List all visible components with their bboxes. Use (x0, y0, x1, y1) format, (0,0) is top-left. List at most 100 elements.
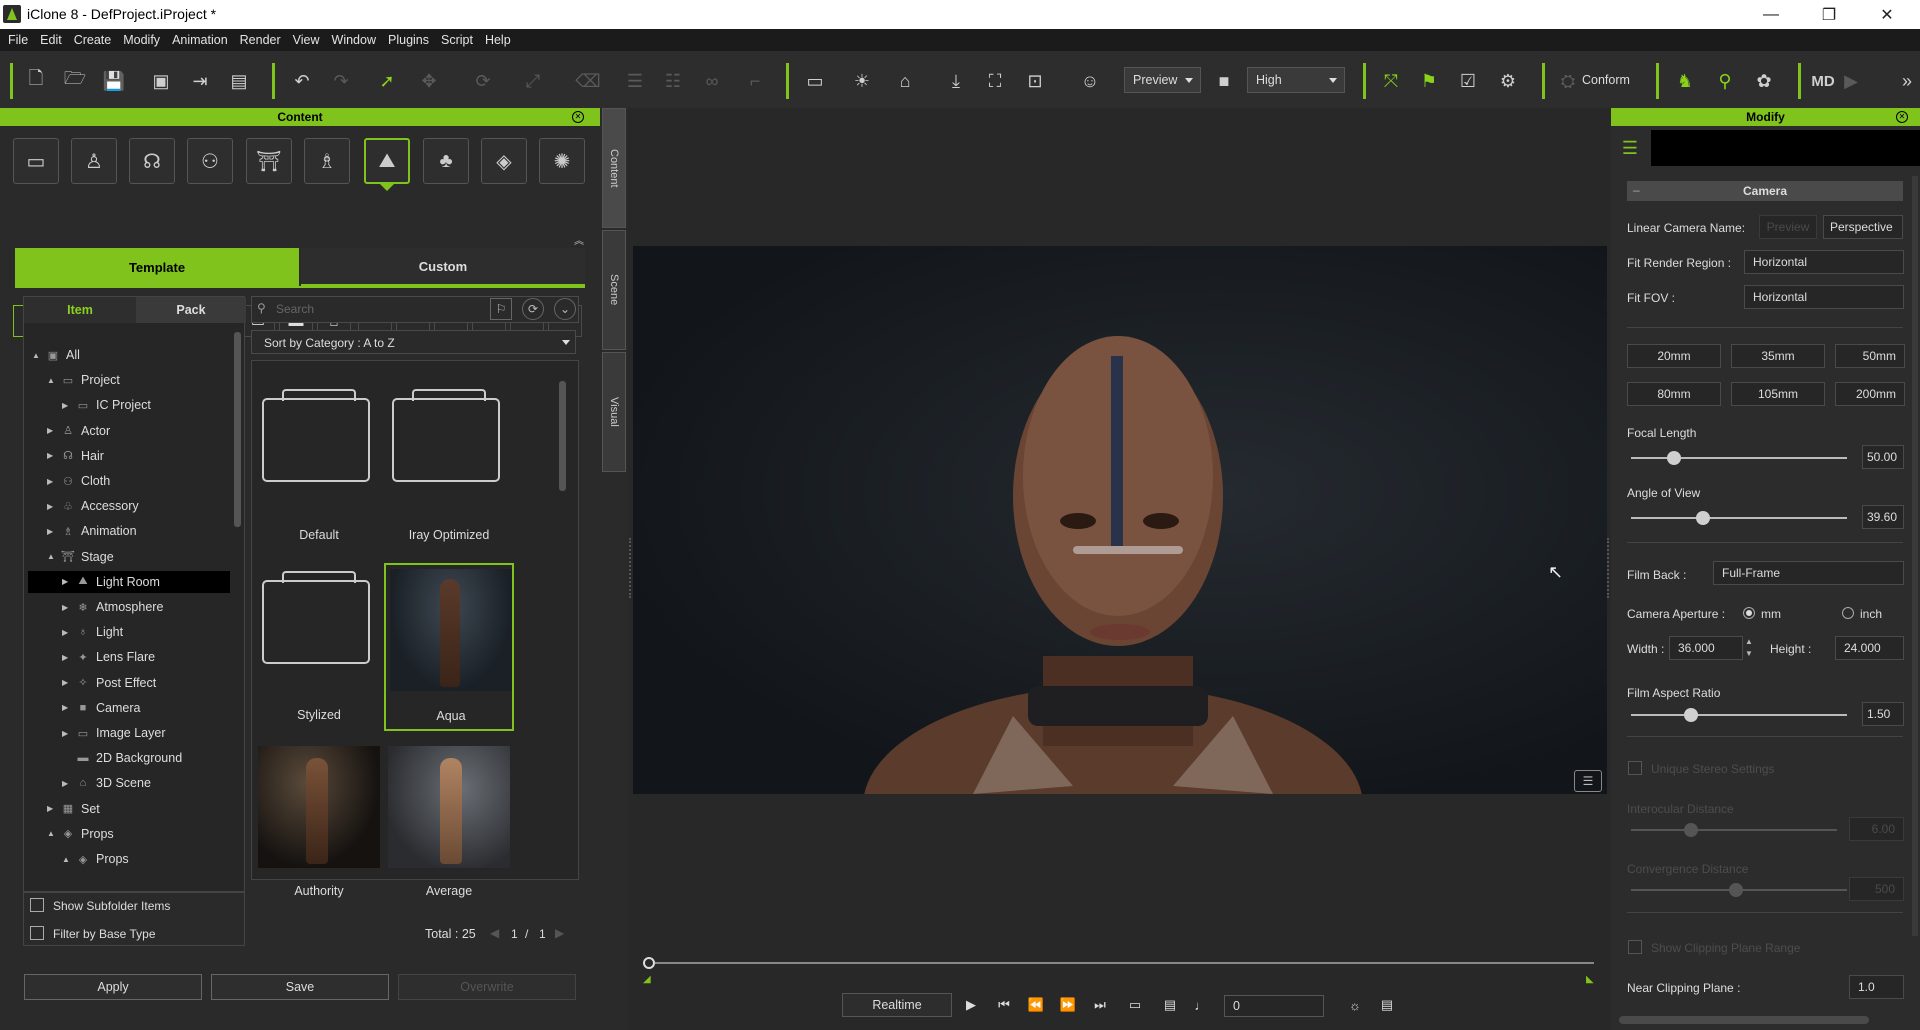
collapse-icon[interactable]: ︽ (574, 232, 584, 247)
fit-fov-dropdown[interactable]: Horizontal (1744, 285, 1904, 309)
tree-item[interactable]: ▶ ▦ Set (47, 798, 100, 820)
content-close-icon[interactable]: ✕ (572, 111, 584, 123)
film-aspect-slider[interactable] (1631, 708, 1847, 722)
thumb-stylized[interactable]: Stylized (254, 566, 384, 731)
minimize-button[interactable]: — (1742, 0, 1800, 29)
sun-light-icon[interactable]: ☀ (847, 66, 877, 96)
rotate-icon[interactable]: ⟳ (468, 66, 498, 96)
flag-icon[interactable]: ⚑ (1414, 66, 1444, 96)
home-icon[interactable]: ⌂ (890, 66, 920, 96)
menu-modify[interactable]: Modify (117, 33, 166, 47)
character-pose-icon[interactable]: ♞ (1670, 66, 1700, 96)
tree-icon[interactable]: ♣ (423, 138, 469, 184)
expand-arrow-icon[interactable]: ▶ (62, 678, 74, 687)
filter-icon[interactable]: ⚐ (490, 298, 512, 320)
face-icon[interactable]: ☺ (1075, 66, 1105, 96)
collapse-minus-icon[interactable]: – (1633, 183, 1640, 197)
expand-arrow-icon[interactable]: ▶ (62, 653, 74, 662)
menu-edit[interactable]: Edit (34, 33, 68, 47)
menu-animation[interactable]: Animation (166, 33, 234, 47)
camera-section-header[interactable]: Camera (1627, 181, 1903, 201)
new-file-icon[interactable]: 🗋 (21, 66, 51, 96)
tree-item[interactable]: ▲ ▣ All (32, 344, 80, 366)
go-to-end-icon[interactable]: ⏭ (1087, 994, 1113, 1016)
eraser-icon[interactable]: ⌫ (573, 66, 603, 96)
link-icon[interactable]: ∞ (697, 66, 727, 96)
drop-to-floor-icon[interactable]: ⤓ (941, 66, 971, 96)
tree-item[interactable]: ▶ ✦ Lens Flare (62, 646, 155, 668)
marvelous-designer-button[interactable]: MD (1808, 66, 1838, 96)
tree-item[interactable]: ▬ 2D Background (62, 747, 183, 769)
body-icon[interactable]: ⚇ (187, 138, 233, 184)
reach-target-icon[interactable]: ⚲ (1710, 66, 1740, 96)
scene-light-icon[interactable]: ⛰ (364, 138, 410, 184)
motion-icon[interactable]: ♗ (304, 138, 350, 184)
height-input[interactable]: 24.000 (1835, 636, 1904, 660)
previous-frame-icon[interactable]: ⏪ (1023, 994, 1049, 1016)
save-button[interactable]: Save (211, 974, 389, 1000)
timeline-panel-icon[interactable]: ▤ (1374, 994, 1400, 1016)
preview-mode-dropdown[interactable]: Preview (1124, 67, 1201, 93)
sidetab-content[interactable]: Content (602, 108, 626, 228)
tab-custom[interactable]: Custom (301, 248, 585, 286)
tree-item[interactable]: ▲ ▭ Project (47, 369, 120, 391)
tree-item[interactable]: ▶ ■ Camera (62, 697, 140, 719)
sort-dropdown[interactable]: Sort by Category : A to Z (251, 330, 576, 354)
head-icon[interactable]: ☊ (129, 138, 175, 184)
subtitle-toggle-icon[interactable]: ▤ (1157, 994, 1183, 1016)
sidetab-scene[interactable]: Scene (602, 230, 626, 350)
menu-create[interactable]: Create (68, 33, 118, 47)
menu-view[interactable]: View (287, 33, 326, 47)
checklist-icon[interactable]: ☑ (1453, 66, 1483, 96)
expand-arrow-icon[interactable]: ▶ (47, 477, 59, 486)
prev-page-icon[interactable]: ◀ (490, 926, 499, 940)
redo-icon[interactable]: ↷ (326, 66, 356, 96)
convergence-input[interactable]: 500 (1849, 877, 1904, 901)
conform-icon[interactable]: ⛭ (1553, 66, 1583, 96)
thumb-aqua[interactable]: Aqua (384, 563, 514, 731)
film-aspect-input[interactable]: 1.50 (1862, 702, 1904, 726)
fit-view-icon[interactable]: ⛶ (980, 66, 1010, 96)
expand-arrow-icon[interactable]: ▶ (62, 628, 74, 637)
sidetab-visual[interactable]: Visual (602, 352, 626, 472)
next-page-icon[interactable]: ▶ (555, 926, 564, 940)
interocular-input[interactable]: 6.00 (1849, 817, 1904, 841)
attach-icon[interactable]: ⌐ (740, 66, 770, 96)
tree-item[interactable]: ▶ ♙ Actor (47, 420, 110, 442)
tree-item[interactable]: ▶ ♗ Animation (47, 520, 137, 542)
options-icon[interactable]: ⌄ (554, 298, 576, 320)
subtab-item[interactable]: Item (24, 297, 136, 323)
menu-render[interactable]: Render (234, 33, 287, 47)
camera-fit-icon[interactable]: ⊡ (1020, 66, 1050, 96)
camera-icon[interactable]: ■ (1209, 66, 1239, 96)
expand-arrow-icon[interactable]: ▶ (47, 804, 59, 813)
filter-base-checkbox[interactable] (30, 926, 44, 940)
thumb-authority[interactable]: Authority (254, 742, 384, 907)
right-resize-handle[interactable] (1607, 538, 1610, 598)
perspective-button[interactable]: Perspective (1823, 215, 1903, 239)
thumb-average[interactable]: Average (384, 742, 514, 907)
show-subfolder-checkbox[interactable] (30, 898, 44, 912)
slider-knob[interactable] (1684, 708, 1698, 722)
fit-render-dropdown[interactable]: Horizontal (1744, 250, 1904, 274)
preview-button[interactable]: Preview (1759, 215, 1817, 239)
conform-button[interactable]: Conform (1582, 73, 1630, 87)
menu-script[interactable]: Script (435, 33, 479, 47)
refresh-icon[interactable]: ⟳ (522, 298, 544, 320)
expand-arrow-icon[interactable]: ▲ (47, 829, 59, 838)
slider-knob[interactable] (1696, 511, 1710, 525)
thumbnail-scrollbar[interactable] (559, 381, 566, 491)
actor-icon[interactable]: ♙ (71, 138, 117, 184)
align-icon[interactable]: ☰ (620, 66, 650, 96)
play-plugin-icon[interactable]: ▶ (1836, 66, 1866, 96)
go-to-start-icon[interactable]: ⏮ (991, 994, 1017, 1016)
tree-item[interactable]: ▶ ❄ Atmosphere (62, 596, 163, 618)
focal-length-input[interactable]: 50.00 (1862, 445, 1904, 469)
width-spinner-icon[interactable]: ▲ ▼ (1745, 636, 1753, 660)
interocular-slider[interactable] (1631, 823, 1837, 837)
slider-knob[interactable] (1667, 451, 1681, 465)
constraint-icon[interactable]: ⚙ (1493, 66, 1523, 96)
width-input[interactable]: 36.000 (1669, 636, 1743, 660)
lens-35mm-button[interactable]: 35mm (1731, 344, 1825, 368)
expand-arrow-icon[interactable]: ▶ (62, 603, 74, 612)
